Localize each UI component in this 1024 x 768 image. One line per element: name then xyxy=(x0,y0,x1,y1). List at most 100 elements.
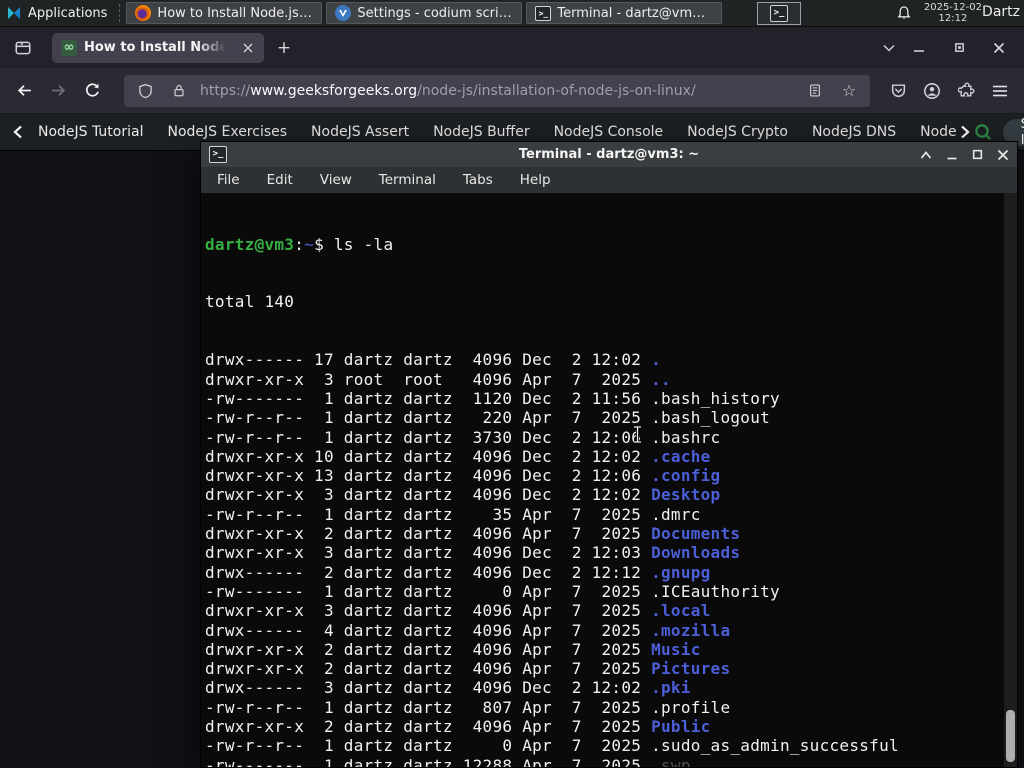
reader-mode-icon[interactable] xyxy=(802,79,828,103)
tab-close-icon[interactable] xyxy=(238,38,258,58)
nav-scroll-left-icon[interactable] xyxy=(10,125,26,139)
terminal-output: dartz@vm3:~$ ls -la total 140 drwx------… xyxy=(205,196,1003,767)
new-tab-button[interactable]: + xyxy=(270,34,298,62)
menu-terminal[interactable]: Terminal xyxy=(379,172,436,188)
close-icon[interactable] xyxy=(984,35,1014,61)
account-icon[interactable] xyxy=(916,75,948,107)
menu-tabs[interactable]: Tabs xyxy=(463,172,493,188)
maximize-icon[interactable] xyxy=(944,35,974,61)
sitenav-link-assert[interactable]: NodeJS Assert xyxy=(299,124,421,140)
taskbar-label: How to Install Node.js o... xyxy=(157,5,314,21)
sitenav-link-exercises[interactable]: NodeJS Exercises xyxy=(155,124,299,140)
terminal-line: drwxr-xr-x 10 dartz dartz 4096 Dec 2 12:… xyxy=(205,446,711,466)
terminal-menu-bar: File Edit View Terminal Tabs Help xyxy=(201,167,1017,193)
sitenav-link-partial[interactable]: Node xyxy=(908,124,957,140)
terminal-line: drwxr-xr-x 13 dartz dartz 4096 Dec 2 12:… xyxy=(205,466,721,486)
terminal-line: drwxr-xr-x 3 dartz dartz 4096 Dec 2 12:0… xyxy=(205,543,741,563)
browser-tab-active[interactable]: ∞ How to Install Node.js on xyxy=(52,32,264,63)
file-name: .swp xyxy=(651,755,691,767)
taskbar-button-codium[interactable]: Settings - codium script... xyxy=(326,2,523,24)
menu-edit[interactable]: Edit xyxy=(267,172,293,188)
back-icon[interactable] xyxy=(8,75,40,107)
workspace-pager[interactable]: >_ xyxy=(757,2,801,25)
maximize-icon[interactable] xyxy=(972,149,983,160)
file-name: .pki xyxy=(651,678,691,698)
url-bar[interactable]: https://www.geeksforgeeks.org/node-js/in… xyxy=(124,74,870,107)
minimize-icon[interactable] xyxy=(946,149,958,161)
terminal-line: drwx------ 2 dartz dartz 4096 Dec 2 12:1… xyxy=(205,562,711,582)
terminal-line: drwxr-xr-x 2 dartz dartz 4096 Apr 7 2025… xyxy=(205,639,701,659)
file-name: .cache xyxy=(651,446,711,466)
minimize-icon[interactable] xyxy=(904,35,934,61)
file-name: .gnupg xyxy=(651,562,711,582)
terminal-line: drwxr-xr-x 2 dartz dartz 4096 Apr 7 2025… xyxy=(205,524,741,544)
lock-icon[interactable] xyxy=(166,79,192,103)
command-text: ls -la xyxy=(333,234,394,254)
terminal-screen[interactable]: dartz@vm3:~$ ls -la total 140 drwx------… xyxy=(201,193,1017,767)
terminal-line: drwxr-xr-x 3 dartz dartz 4096 Dec 2 12:0… xyxy=(205,485,721,505)
terminal-icon: >_ xyxy=(535,5,552,21)
terminal-window-controls xyxy=(920,149,1009,161)
tracking-shield-icon[interactable] xyxy=(132,79,158,103)
applications-menu-button[interactable]: Applications xyxy=(0,0,115,26)
sitenav-link-console[interactable]: NodeJS Console xyxy=(542,124,676,140)
navigation-toolbar: https://www.geeksforgeeks.org/node-js/in… xyxy=(0,68,1024,114)
file-name: .sudo_as_admin_successful xyxy=(651,736,899,756)
pocket-icon[interactable] xyxy=(882,75,914,107)
taskbar-label: Terminal - dartz@vm3: ~ xyxy=(557,5,714,21)
taskbar-button-firefox[interactable]: How to Install Node.js o... xyxy=(126,2,323,24)
file-name: .bashrc xyxy=(651,427,721,447)
reload-icon[interactable] xyxy=(76,75,108,107)
file-name: .bash_history xyxy=(651,388,780,408)
terminal-window: >_ Terminal - dartz@vm3: ~ File Edit Vie… xyxy=(200,141,1018,768)
prompt-line: dartz@vm3:~$ ls -la xyxy=(205,234,394,254)
rollup-icon[interactable] xyxy=(920,150,932,160)
menu-hamburger-icon[interactable] xyxy=(984,75,1016,107)
file-name: .ICEauthority xyxy=(651,581,780,601)
geeksforgeeks-favicon: ∞ xyxy=(61,39,77,56)
forward-icon[interactable] xyxy=(42,75,74,107)
firefox-icon xyxy=(135,5,152,21)
file-name: .config xyxy=(651,466,721,486)
sitenav-link-buffer[interactable]: NodeJS Buffer xyxy=(421,124,542,140)
nav-scroll-right-icon[interactable] xyxy=(957,125,973,139)
sitenav-link-tutorial[interactable]: NodeJS Tutorial xyxy=(26,124,155,140)
close-icon[interactable] xyxy=(997,149,1009,161)
terminal-line: drwx------ 4 dartz dartz 4096 Apr 7 2025… xyxy=(205,620,731,640)
list-all-tabs-icon[interactable] xyxy=(874,35,904,61)
terminal-icon: >_ xyxy=(209,146,227,163)
terminal-icon: >_ xyxy=(770,5,788,22)
applications-label: Applications xyxy=(28,5,108,21)
file-name: .profile xyxy=(651,697,731,717)
bookmark-star-icon[interactable]: ☆ xyxy=(836,79,862,103)
terminal-line: drwxr-xr-x 3 root root 4096 Apr 7 2025 .… xyxy=(205,369,671,389)
terminal-line: -rw-r--r-- 1 dartz dartz 35 Apr 7 2025 .… xyxy=(205,504,701,524)
panel-username[interactable]: Dartz xyxy=(982,4,1020,20)
terminal-line: drwxr-xr-x 2 dartz dartz 4096 Apr 7 2025… xyxy=(205,659,731,679)
terminal-line: drwx------ 17 dartz dartz 4096 Dec 2 12:… xyxy=(205,350,661,370)
extensions-puzzle-icon[interactable] xyxy=(950,75,982,107)
terminal-scrollbar[interactable] xyxy=(1004,193,1017,767)
notification-bell-icon[interactable] xyxy=(896,5,912,25)
sitenav-link-crypto[interactable]: NodeJS Crypto xyxy=(675,124,800,140)
menu-file[interactable]: File xyxy=(217,172,240,188)
file-name: Documents xyxy=(651,524,741,544)
tab-bar: ∞ How to Install Node.js on + xyxy=(0,27,1024,68)
panel-clock[interactable]: 2025-12-02 12:12 xyxy=(924,2,982,24)
menu-view[interactable]: View xyxy=(320,172,352,188)
file-name: Downloads xyxy=(651,543,741,563)
taskbar-button-terminal[interactable]: >_ Terminal - dartz@vm3: ~ xyxy=(526,2,723,24)
menu-help[interactable]: Help xyxy=(520,172,551,188)
terminal-title-bar[interactable]: >_ Terminal - dartz@vm3: ~ xyxy=(201,142,1017,167)
file-name: .dmrc xyxy=(651,504,701,524)
file-name: Desktop xyxy=(651,485,721,505)
sitenav-link-dns[interactable]: NodeJS DNS xyxy=(800,124,908,140)
browser-window-controls xyxy=(904,35,1014,61)
file-name: Public xyxy=(651,717,711,737)
terminal-line: drwxr-xr-x 3 dartz dartz 4096 Apr 7 2025… xyxy=(205,601,711,621)
taskbar-label: Settings - codium script... xyxy=(357,5,514,21)
scrollbar-thumb[interactable] xyxy=(1006,710,1015,762)
firefox-view-icon[interactable] xyxy=(8,33,38,63)
file-name: .local xyxy=(651,601,711,621)
terminal-line: drwx------ 3 dartz dartz 4096 Dec 2 12:0… xyxy=(205,678,691,698)
